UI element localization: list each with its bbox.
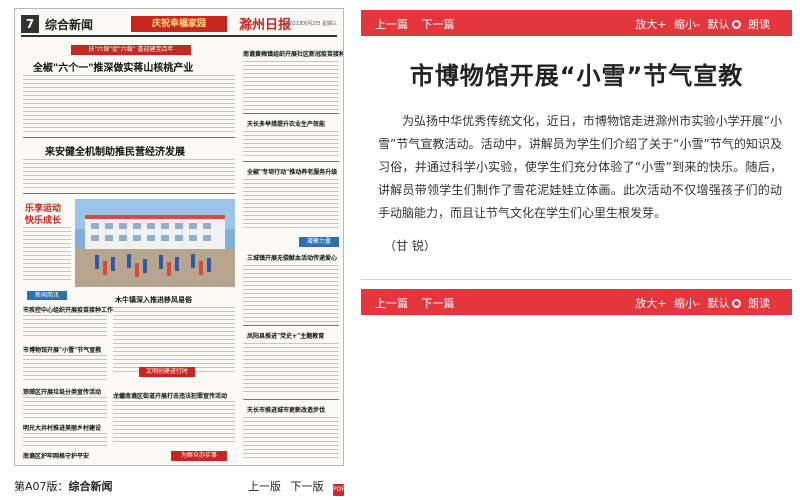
- paper-text-block: [23, 227, 71, 283]
- paper-text-block: [23, 355, 107, 381]
- paper-brief-bar: 新闻简讯: [27, 291, 67, 300]
- next-page-link[interactable]: 下一版: [291, 480, 324, 493]
- paper-text-block: [243, 61, 339, 111]
- paper-text-block: [243, 131, 339, 159]
- paper-headline[interactable]: 全椒"六个一"推深做实蒋山核桃产业: [33, 59, 193, 74]
- paper-text-block: [113, 307, 235, 373]
- next-article-link[interactable]: 下一篇: [422, 297, 455, 310]
- paper-divider: [23, 193, 235, 194]
- read-aloud-button[interactable]: 朗读: [748, 297, 770, 310]
- prev-article-link[interactable]: 上一篇: [375, 297, 408, 310]
- paper-text-block: [113, 401, 235, 445]
- paper-headline[interactable]: 全椒"专项行动"推动养老服务升级: [247, 167, 337, 176]
- paper-divider: [243, 399, 339, 400]
- paper-headline[interactable]: 南谯黄梅镇组织开展社区新冠疫苗接种: [243, 49, 343, 58]
- paper-date: 2021年6月2日 星期三: [286, 21, 337, 27]
- paper-headline[interactable]: 凤阳县推进"党史+"主题教育: [247, 331, 324, 340]
- pdf-icon[interactable]: PDF: [333, 484, 345, 496]
- paper-ad-banner: 庆祝幸福家园: [131, 16, 227, 32]
- edition-name: 综合新闻: [68, 480, 113, 493]
- paper-brief[interactable]: 南谯区护牢网格守护平安: [23, 451, 89, 460]
- paper-text-block: [23, 433, 107, 447]
- prev-article-link[interactable]: 上一篇: [375, 18, 408, 31]
- paper-text-block: [243, 417, 339, 461]
- paper-divider: [243, 325, 339, 326]
- next-article-link[interactable]: 下一篇: [422, 18, 455, 31]
- article-toolbar-top: 上一篇 下一篇 放大+ 缩小- 默认 朗读: [361, 10, 792, 36]
- paper-text-block: [243, 265, 339, 323]
- read-aloud-button[interactable]: 朗读: [748, 18, 770, 31]
- paper-badge: 为群众办实事: [171, 451, 227, 461]
- article-title: 市博物馆开展“小雪”节气宣教: [409, 62, 744, 90]
- edition-label: 第A07版：综合新闻: [14, 478, 113, 494]
- article-toolbar-bottom: 上一篇 下一篇 放大+ 缩小- 默认 朗读: [361, 289, 792, 315]
- edition-footer: 第A07版：综合新闻 上一版 下一版 PDF: [14, 478, 345, 496]
- paper-headline[interactable]: 木牛镇深入推进移风易俗: [115, 295, 192, 305]
- article-author: （甘 锐）: [384, 239, 436, 253]
- paper-text-block: [23, 159, 235, 191]
- paper-headline[interactable]: 天长多举措提升农业生产效能: [247, 119, 325, 128]
- paper-text-block: [243, 179, 339, 231]
- paper-divider: [23, 137, 235, 138]
- paper-badge: 凝聚力量: [299, 237, 339, 247]
- paper-photo-title[interactable]: 快乐成长: [25, 213, 61, 226]
- zoom-in-button[interactable]: 放大+: [635, 18, 666, 31]
- zoom-out-button[interactable]: 缩小-: [674, 18, 700, 31]
- edition-prefix: 第A07版：: [14, 480, 69, 493]
- paper-text-block: [23, 315, 107, 339]
- edition-nav: 上一版 下一版 PDF: [242, 478, 345, 496]
- paper-text-block: [243, 343, 339, 395]
- paper-headline[interactable]: 天长市推进城市更新改造步伐: [247, 405, 325, 414]
- zoom-out-button[interactable]: 缩小-: [674, 297, 700, 310]
- prev-page-link[interactable]: 上一版: [248, 480, 281, 493]
- paper-text-block: [23, 75, 235, 135]
- paper-text-block: [23, 397, 107, 419]
- paper-logo: 滁州日报: [238, 18, 291, 33]
- paper-badge: 文明创建进行时: [139, 367, 195, 377]
- newspaper-page-thumbnail[interactable]: 7 综合新闻 庆祝幸福家园 滁州日报 2021年6月2日 星期三 扶"六保"促"…: [14, 8, 344, 466]
- paper-divider: [243, 161, 339, 162]
- paper-page-number: 7: [21, 15, 39, 33]
- article-separator: [361, 279, 792, 280]
- paper-headline[interactable]: 龙蟠南谯区街道开展打击违法犯罪宣传活动: [113, 391, 227, 400]
- paper-brief[interactable]: 市博物馆开展"小雪"节气宣教: [23, 345, 101, 354]
- paper-section-name: 综合新闻: [45, 18, 94, 32]
- paper-brief[interactable]: 琅琊区开展垃圾分类宣传活动: [23, 387, 101, 396]
- default-size-button[interactable]: 默认: [708, 297, 730, 310]
- paper-divider: [243, 113, 339, 114]
- paper-photo-image: [75, 199, 235, 287]
- paper-photo[interactable]: [75, 199, 235, 287]
- read-aloud-icon[interactable]: [731, 20, 741, 29]
- paper-kicker[interactable]: 扶"六保"促"六稳" 喜迎建党百年: [71, 45, 191, 55]
- article-body: 为弘扬中华优秀传统文化，近日，市博物馆走进滁州市实验小学开展“小雪”节气宣教活动…: [378, 114, 782, 220]
- paper-masthead: 7 综合新闻 庆祝幸福家园 滁州日报 2021年6月2日 星期三: [21, 13, 337, 37]
- zoom-in-button[interactable]: 放大+: [635, 297, 666, 310]
- read-aloud-icon[interactable]: [731, 299, 741, 308]
- default-size-button[interactable]: 默认: [708, 18, 730, 31]
- paper-headline[interactable]: 来安健全机制助推民营经济发展: [45, 143, 185, 158]
- paper-brief[interactable]: 市疾控中心组织开展疫苗接种工作: [23, 305, 113, 314]
- paper-headline[interactable]: 三城镇开展无偿献血活动传递爱心: [247, 253, 337, 262]
- paper-brief[interactable]: 明光大井村推进美丽乡村建设: [23, 423, 101, 432]
